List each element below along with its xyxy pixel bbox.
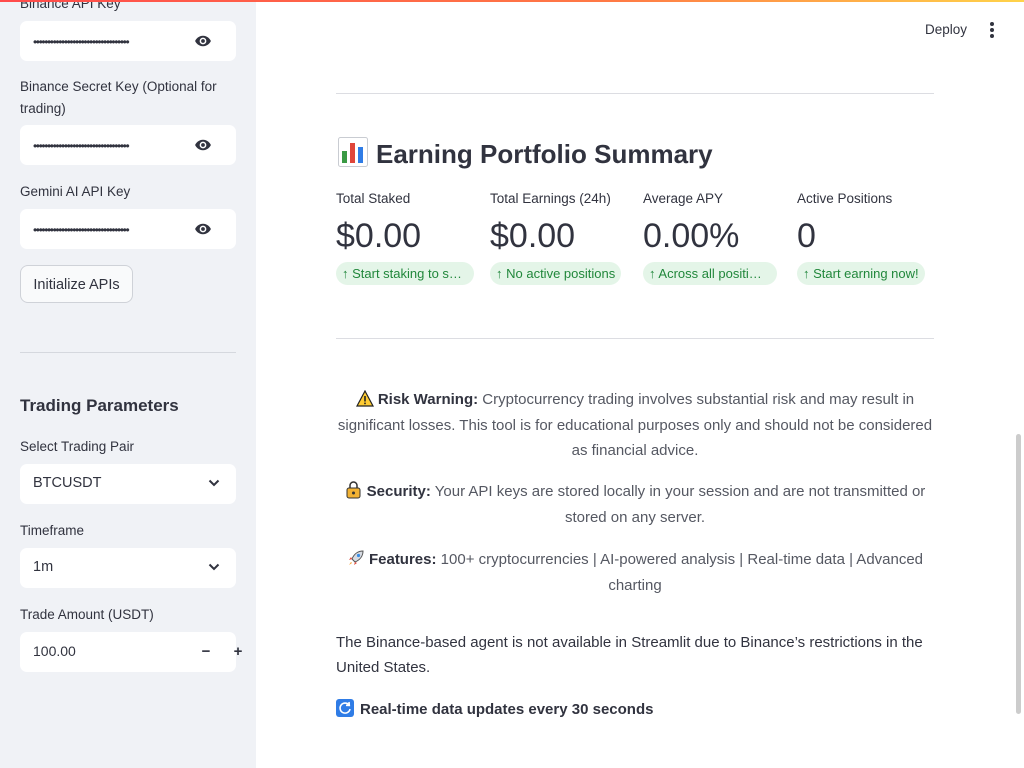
security-text: Your API keys are stored locally in your… xyxy=(430,483,926,526)
show-password-eye-icon[interactable] xyxy=(193,220,213,238)
features-text: 100+ cryptocurrencies | AI-powered analy… xyxy=(436,551,924,594)
bar-chart-icon xyxy=(338,137,368,167)
chevron-down-icon xyxy=(208,479,220,487)
trading-pair-label: Select Trading Pair xyxy=(20,439,135,454)
gemini-api-key-label: Gemini AI API Key xyxy=(20,184,131,199)
binance-api-key-label: Binance API Key xyxy=(20,0,121,11)
increment-button[interactable]: + xyxy=(228,640,248,664)
trade-amount-stepper[interactable]: 100.00 − + xyxy=(20,632,242,672)
sidebar: Binance API Key ••••••••••••••••••••••••… xyxy=(0,0,256,768)
metric-total-earnings: Total Earnings (24h) $0.00 ↑ No active p… xyxy=(490,190,630,290)
metric-value: 0 xyxy=(797,217,816,255)
metric-label: Active Positions xyxy=(797,191,893,206)
timeframe-select[interactable]: 1m xyxy=(20,548,236,588)
page-title: Earning Portfolio Summary xyxy=(338,136,713,172)
chevron-down-icon xyxy=(208,563,220,571)
realtime-updates-text: Real-time data updates every 30 seconds xyxy=(360,701,654,718)
decrement-button[interactable]: − xyxy=(196,640,216,664)
risk-warning-title: Risk Warning: xyxy=(377,391,479,408)
trading-parameters-heading: Trading Parameters xyxy=(20,396,179,415)
features-notice: Features: 100+ cryptocurrencies | AI-pow… xyxy=(336,547,934,598)
trading-pair-value: BTCUSDT xyxy=(33,475,102,491)
metric-label: Total Earnings (24h) xyxy=(490,191,611,206)
refresh-icon xyxy=(336,699,354,717)
metric-average-apy: Average APY 0.00% ↑ Across all positi… xyxy=(643,190,783,290)
metric-label: Total Staked xyxy=(336,191,411,206)
binance-api-key-value: •••••••••••••••••••••••••••••••••• xyxy=(33,36,130,48)
top-decoration-bar xyxy=(0,0,1024,2)
metric-active-positions: Active Positions 0 ↑ Start earning now! xyxy=(797,190,937,290)
metric-total-staked: Total Staked $0.00 ↑ Start staking to s… xyxy=(336,190,476,290)
binance-secret-key-input[interactable]: •••••••••••••••••••••••••••••••••• xyxy=(20,125,236,165)
trading-pair-select[interactable]: BTCUSDT xyxy=(20,464,236,504)
security-title: Security: xyxy=(366,483,431,500)
metric-delta: ↑ Start earning now! xyxy=(797,262,925,285)
security-notice: Security: Your API keys are stored local… xyxy=(336,479,934,530)
metric-delta: ↑ Start staking to s… xyxy=(336,262,474,285)
main-scrollbar[interactable] xyxy=(1016,434,1021,714)
risk-warning-notice: Risk Warning: Cryptocurrency trading inv… xyxy=(336,387,934,464)
metric-delta: ↑ Across all positi… xyxy=(643,262,777,285)
binance-api-key-input[interactable]: •••••••••••••••••••••••••••••••••• xyxy=(20,21,236,61)
binance-secret-key-label: Binance Secret Key (Optional for trading… xyxy=(20,79,217,116)
availability-note: The Binance-based agent is not available… xyxy=(336,634,923,676)
gemini-api-key-input[interactable]: •••••••••••••••••••••••••••••••••• xyxy=(20,209,236,249)
show-password-eye-icon[interactable] xyxy=(193,32,213,50)
features-title: Features: xyxy=(368,551,437,568)
metric-value: $0.00 xyxy=(490,217,576,255)
timeframe-label: Timeframe xyxy=(20,523,85,538)
realtime-updates-note: Real-time data updates every 30 seconds xyxy=(336,697,653,722)
trade-amount-label: Trade Amount (USDT) xyxy=(20,607,154,622)
section-divider xyxy=(336,93,934,94)
title-text: Earning Portfolio Summary xyxy=(376,139,713,169)
deploy-button[interactable]: Deploy xyxy=(925,20,967,40)
metric-value: $0.00 xyxy=(336,217,422,255)
main-menu-icon[interactable] xyxy=(988,20,996,40)
show-password-eye-icon[interactable] xyxy=(193,136,213,154)
initialize-apis-button[interactable]: Initialize APIs xyxy=(20,265,133,303)
warning-icon xyxy=(355,390,374,407)
binance-secret-key-value: •••••••••••••••••••••••••••••••••• xyxy=(33,140,130,152)
metric-label: Average APY xyxy=(643,191,724,206)
metric-value: 0.00% xyxy=(643,217,740,255)
rocket-icon xyxy=(348,550,364,565)
gemini-api-key-value: •••••••••••••••••••••••••••••••••• xyxy=(33,224,130,236)
metric-delta: ↑ No active positions xyxy=(490,262,622,285)
trade-amount-value: 100.00 xyxy=(33,643,76,659)
lock-key-icon xyxy=(346,481,361,499)
section-divider xyxy=(336,338,934,339)
sidebar-divider xyxy=(20,352,236,353)
timeframe-value: 1m xyxy=(33,559,54,575)
